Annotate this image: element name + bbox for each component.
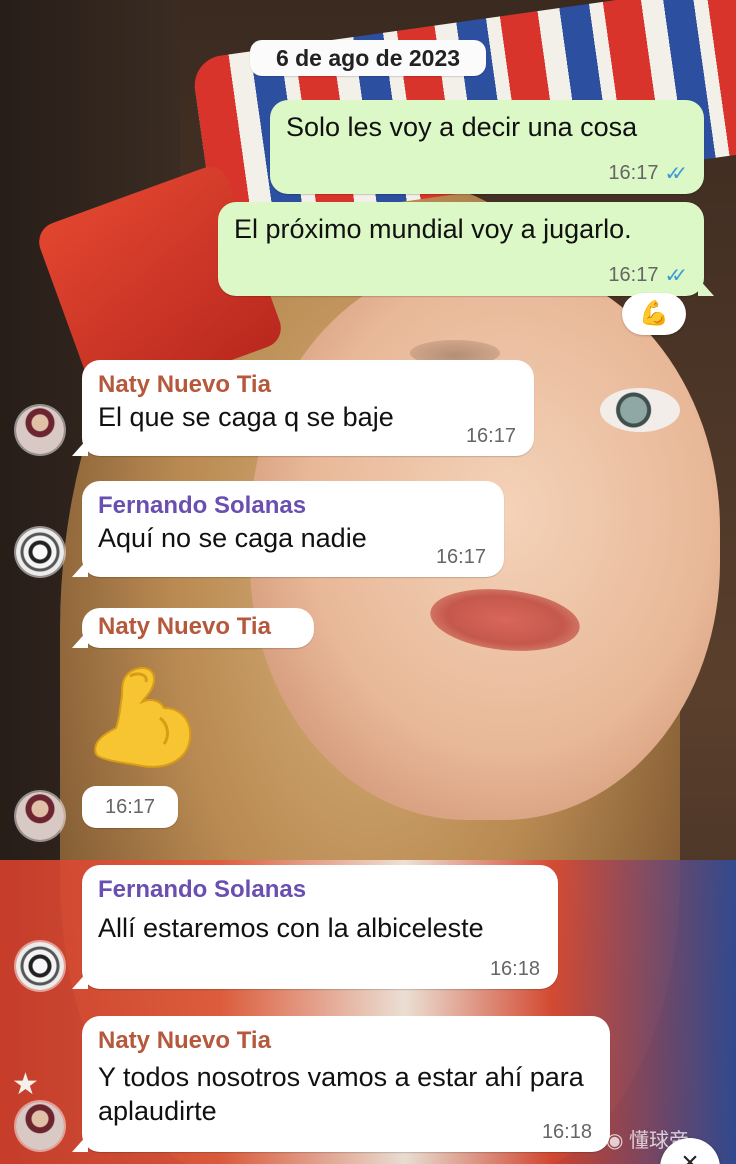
bubble-tail [72,630,88,648]
bubble-tail [72,971,88,989]
message-bubble-incoming[interactable]: Naty Nuevo Tia El que se caga q se baje … [72,360,534,456]
message-text: Allí estaremos con la albiceleste [98,913,484,943]
message-meta: 16:17 [436,546,486,569]
message-bubble-outgoing[interactable]: El próximo mundial voy a jugarlo. 16:17 … [218,202,714,296]
message-bubble-outgoing[interactable]: Solo les voy a decir una cosa 16:17 ✓✓ [270,100,704,194]
flexed-biceps-icon[interactable]: 💪 [622,293,686,335]
message-time: 16:18 [541,1121,592,1143]
message-text: El que se caga q se baje [98,402,394,432]
message-text: Y todos nosotros vamos a estar ahí para … [98,1062,584,1126]
message-meta: 16:18 [542,1121,592,1144]
sender-name[interactable]: Naty Nuevo Tia [98,1026,594,1056]
message-meta: 16:17 [466,425,516,448]
sender-name[interactable]: Naty Nuevo Tia [98,370,518,400]
message-time: 16:17 [608,162,659,184]
message-text: Solo les voy a decir una cosa [286,112,638,142]
message-text: Aquí no se caga nadie [98,523,367,553]
sender-name[interactable]: Fernando Solanas [98,491,488,521]
bubble-tail [698,278,714,296]
double-check-icon: ✓✓ [664,163,687,185]
message-bubble-incoming[interactable]: Naty Nuevo Tia Y todos nosotros vamos a … [72,1016,610,1152]
bubble-tail [72,559,88,577]
wallpaper-star: ★ [12,1068,39,1101]
double-check-icon: ✓✓ [664,265,687,287]
sender-header-bubble: Naty Nuevo Tia [72,608,314,648]
message-bubble-incoming[interactable]: Fernando Solanas Aquí no se caga nadie 1… [72,481,504,577]
avatar[interactable] [16,406,64,454]
message-bubble-incoming[interactable]: Fernando Solanas Allí estaremos con la a… [72,865,558,989]
avatar[interactable] [16,942,64,990]
message-time: 16:17 [82,786,178,828]
sender-name[interactable]: Fernando Solanas [98,875,542,905]
message-time: 16:18 [489,958,540,980]
message-time: 16:17 [608,264,659,286]
message-time: 16:17 [435,546,486,568]
message-text: El próximo mundial voy a jugarlo. [234,214,632,244]
message-time: 16:17 [465,425,516,447]
date-separator: 6 de ago de 2023 [250,40,486,76]
message-meta: 16:17 ✓✓ [608,263,687,288]
avatar[interactable] [16,792,64,840]
flexed-biceps-icon[interactable] [90,662,200,777]
message-meta: 16:18 [490,958,540,981]
avatar[interactable] [16,528,64,576]
message-meta: 16:17 ✓✓ [608,161,687,186]
bubble-tail [72,1134,88,1152]
bubble-tail [72,438,88,456]
avatar[interactable] [16,1102,64,1150]
sender-name[interactable]: Naty Nuevo Tia [98,612,298,642]
wallpaper-eye-right [600,388,680,432]
